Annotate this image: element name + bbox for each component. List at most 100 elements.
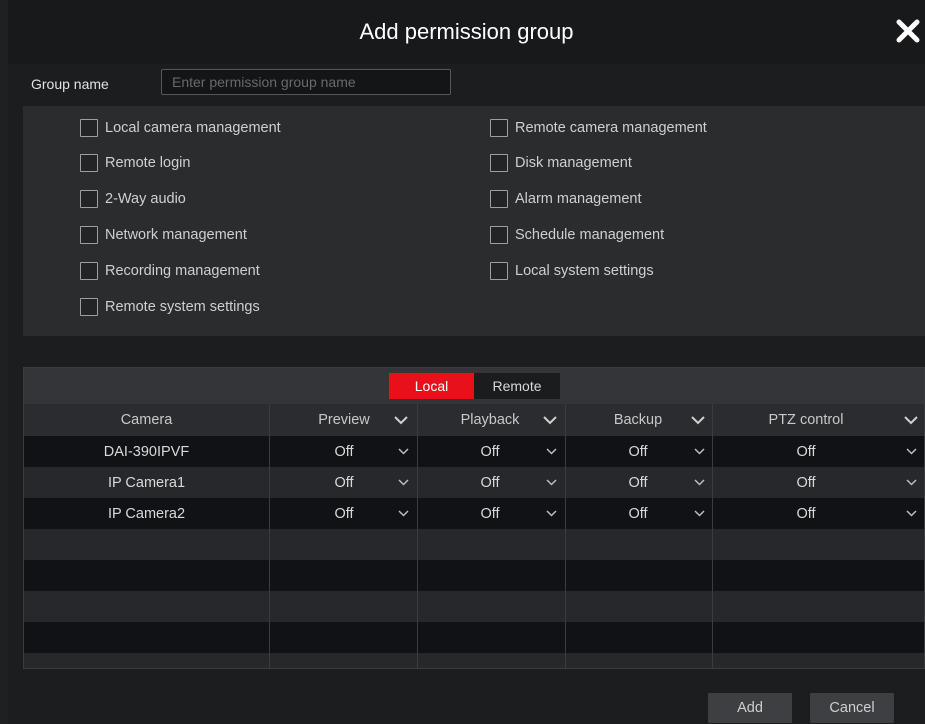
column-divider	[417, 404, 418, 668]
playback-select[interactable]: Off	[444, 436, 536, 467]
playback-select[interactable]: Off	[444, 467, 536, 498]
chevron-down-icon	[545, 479, 557, 486]
playback-dropdown[interactable]	[541, 498, 561, 529]
ptz-select[interactable]: Off	[721, 467, 891, 498]
backup-select[interactable]: Off	[584, 467, 692, 498]
ptz-select[interactable]: Off	[721, 436, 891, 467]
chevron-down-icon	[545, 510, 557, 517]
column-header-ptz-control: PTZ control	[768, 412, 844, 428]
checkbox[interactable]	[490, 119, 508, 137]
add-button[interactable]: Add	[708, 693, 792, 723]
chevron-down-icon	[394, 415, 408, 424]
checkbox[interactable]	[490, 226, 508, 244]
tabs-bar: Local Remote	[24, 368, 924, 404]
empty-table-row	[24, 529, 924, 560]
chevron-down-icon	[397, 479, 409, 486]
permission-alarm-management[interactable]: Alarm management	[490, 188, 642, 210]
checkbox[interactable]	[490, 190, 508, 208]
backup-dropdown[interactable]	[689, 498, 709, 529]
chevron-down-icon	[693, 479, 705, 486]
ptz-header-dropdown[interactable]	[900, 404, 922, 436]
permission-label: Disk management	[515, 155, 632, 171]
playback-dropdown[interactable]	[541, 467, 561, 498]
checkbox[interactable]	[490, 154, 508, 172]
preview-select[interactable]: Off	[306, 436, 382, 467]
preview-dropdown[interactable]	[393, 467, 413, 498]
ptz-select[interactable]: Off	[721, 498, 891, 529]
empty-table-row	[24, 591, 924, 622]
backup-dropdown[interactable]	[689, 467, 709, 498]
permission-disk-management[interactable]: Disk management	[490, 152, 632, 174]
preview-dropdown[interactable]	[393, 436, 413, 467]
column-divider	[712, 404, 713, 668]
chevron-down-icon	[905, 479, 917, 486]
preview-select[interactable]: Off	[306, 498, 382, 529]
preview-header-dropdown[interactable]	[390, 404, 412, 436]
checkbox[interactable]	[80, 154, 98, 172]
chevron-down-icon	[397, 510, 409, 517]
playback-header-dropdown[interactable]	[539, 404, 561, 436]
permission-remote-system-settings[interactable]: Remote system settings	[80, 296, 260, 318]
permission-network-management[interactable]: Network management	[80, 224, 247, 246]
close-button[interactable]	[895, 18, 921, 44]
playback-dropdown[interactable]	[541, 436, 561, 467]
checkbox[interactable]	[490, 262, 508, 280]
checkbox[interactable]	[80, 262, 98, 280]
camera-name: DAI-390IPVF	[103, 443, 190, 460]
tab-remote[interactable]: Remote	[474, 373, 560, 399]
permission-remote-login[interactable]: Remote login	[80, 152, 190, 174]
column-header-camera: Camera	[120, 412, 173, 428]
permission-label: Local camera management	[105, 120, 281, 136]
column-header-playback: Playback	[460, 412, 520, 428]
empty-table-row	[24, 622, 924, 653]
table-row: IP Camera1 Off Off Off Off	[24, 467, 924, 498]
playback-select[interactable]: Off	[444, 498, 536, 529]
cancel-button[interactable]: Cancel	[810, 693, 894, 723]
permission-remote-camera-management[interactable]: Remote camera management	[490, 117, 707, 139]
ptz-dropdown[interactable]	[901, 498, 921, 529]
column-header-preview: Preview	[318, 412, 370, 428]
chevron-down-icon	[693, 510, 705, 517]
permission-2-way-audio[interactable]: 2-Way audio	[80, 188, 186, 210]
close-icon	[896, 19, 920, 43]
camera-name: IP Camera1	[107, 474, 186, 491]
permission-local-camera-management[interactable]: Local camera management	[80, 117, 281, 139]
dialog-footer: Add Cancel	[8, 690, 925, 724]
permission-recording-management[interactable]: Recording management	[80, 260, 260, 282]
column-header-backup: Backup	[613, 412, 663, 428]
chevron-down-icon	[905, 510, 917, 517]
checkbox[interactable]	[80, 190, 98, 208]
checkbox[interactable]	[80, 298, 98, 316]
ptz-dropdown[interactable]	[901, 467, 921, 498]
camera-permissions-table: Local Remote Camera Preview Playback Bac…	[23, 367, 925, 669]
chevron-down-icon	[905, 448, 917, 455]
camera-name: IP Camera2	[107, 505, 186, 522]
ptz-dropdown[interactable]	[901, 436, 921, 467]
group-name-label: Group name	[31, 76, 109, 92]
permission-label: 2-Way audio	[105, 191, 186, 207]
backup-header-dropdown[interactable]	[687, 404, 709, 436]
group-name-input[interactable]	[161, 69, 451, 95]
table-header: Camera Preview Playback Backup PTZ contr…	[24, 404, 924, 436]
chevron-down-icon	[693, 448, 705, 455]
column-divider	[565, 404, 566, 668]
chevron-down-icon	[904, 415, 918, 424]
preview-select[interactable]: Off	[306, 467, 382, 498]
checkbox[interactable]	[80, 226, 98, 244]
permission-label: Network management	[105, 227, 247, 243]
dialog-title: Add permission group	[359, 19, 574, 44]
checkbox[interactable]	[80, 119, 98, 137]
permission-local-system-settings[interactable]: Local system settings	[490, 260, 654, 282]
chevron-down-icon	[691, 415, 705, 424]
table-row: IP Camera2 Off Off Off Off	[24, 498, 924, 529]
permission-label: Remote login	[105, 155, 191, 171]
backup-select[interactable]: Off	[584, 498, 692, 529]
backup-select[interactable]: Off	[584, 436, 692, 467]
backup-dropdown[interactable]	[689, 436, 709, 467]
permission-label: Remote camera management	[515, 120, 707, 136]
permission-schedule-management[interactable]: Schedule management	[490, 224, 664, 246]
column-divider	[269, 404, 270, 668]
permission-label: Local system settings	[515, 263, 654, 279]
tab-local[interactable]: Local	[389, 373, 474, 399]
preview-dropdown[interactable]	[393, 498, 413, 529]
